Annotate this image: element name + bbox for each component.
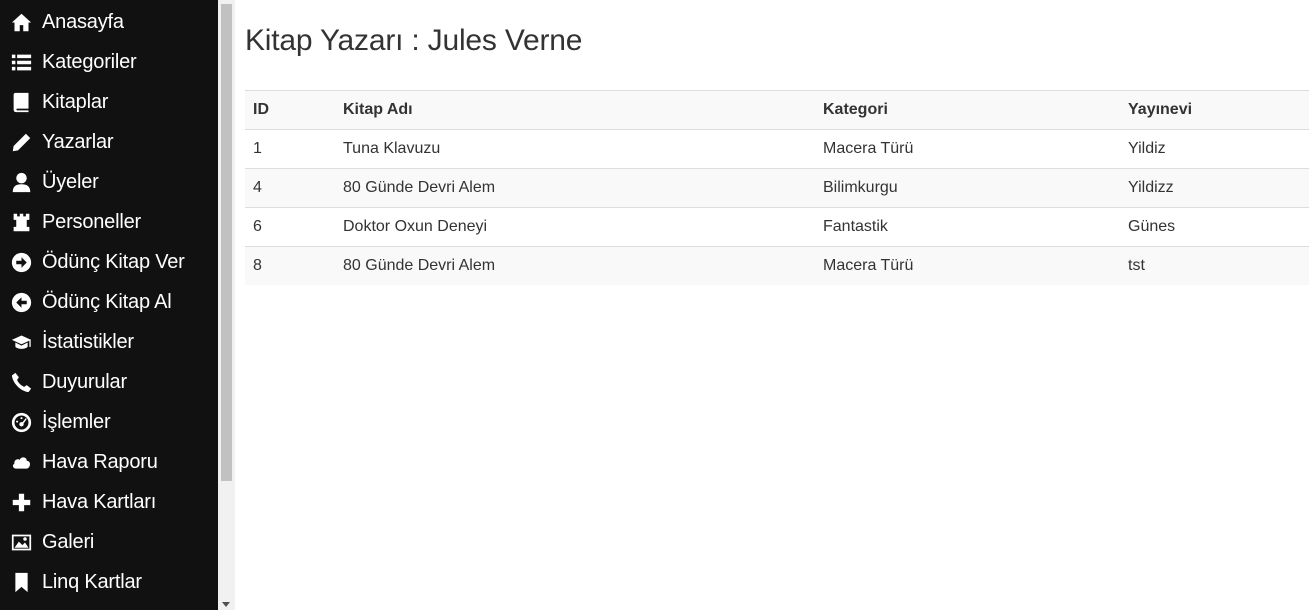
sidebar-item-linq-kartlar[interactable]: Linq Kartlar <box>0 562 218 602</box>
sidebar-item-label: Duyurular <box>42 370 127 393</box>
table-header-row: ID Kitap Adı Kategori Yayınevi <box>245 90 1309 130</box>
column-header-kategori: Kategori <box>815 90 1120 130</box>
bookmark-icon <box>10 571 32 593</box>
plus-icon <box>10 491 32 513</box>
sidebar-item-label: Personeller <box>42 210 141 233</box>
cell-kitap-adi: 80 Günde Devri Alem <box>335 246 815 285</box>
sidebar-scrollbar[interactable] <box>218 0 235 610</box>
sidebar-item-duyurular[interactable]: Duyurular <box>0 362 218 402</box>
books-table: ID Kitap Adı Kategori Yayınevi 1 Tuna Kl… <box>245 90 1309 285</box>
user-icon <box>10 171 32 193</box>
page-title: Kitap Yazarı : Jules Verne <box>245 24 583 57</box>
sidebar-item-hava-raporu[interactable]: Hava Raporu <box>0 442 218 482</box>
sidebar-item-kategoriler[interactable]: Kategoriler <box>0 42 218 82</box>
dashboard-icon <box>10 411 32 433</box>
sidebar-item-label: İstatistikler <box>42 330 134 353</box>
home-icon <box>10 11 32 33</box>
sidebar-item-label: Hava Kartları <box>42 490 157 513</box>
sidebar-item-label: Ödünç Kitap Ver <box>42 250 185 273</box>
cloud-icon <box>10 451 32 473</box>
education-icon <box>10 331 32 353</box>
cell-kategori: Macera Türü <box>815 246 1120 285</box>
cell-kategori: Bilimkurgu <box>815 168 1120 208</box>
sidebar-item-istatistikler[interactable]: İstatistikler <box>0 322 218 362</box>
sidebar-item-label: Anasayfa <box>42 10 124 33</box>
tower-icon <box>10 211 32 233</box>
sidebar-item-yazarlar[interactable]: Yazarlar <box>0 122 218 162</box>
column-header-yayinevi: Yayınevi <box>1120 90 1309 130</box>
table-row: 8 80 Günde Devri Alem Macera Türü tst <box>245 246 1309 285</box>
cell-id: 8 <box>245 246 335 285</box>
table-row: 6 Doktor Oxun Deneyi Fantastik Günes <box>245 207 1309 247</box>
list-icon <box>10 51 32 73</box>
sidebar-item-kitaplar[interactable]: Kitaplar <box>0 82 218 122</box>
table-row: 1 Tuna Klavuzu Macera Türü Yildiz <box>245 129 1309 169</box>
sidebar-item-label: Hava Raporu <box>42 450 158 473</box>
picture-icon <box>10 531 32 553</box>
cell-yayinevi: Yildizz <box>1120 168 1309 208</box>
cell-kategori: Fantastik <box>815 207 1120 247</box>
circle-arrow-left-icon <box>10 291 32 313</box>
sidebar-item-label: Üyeler <box>42 170 99 193</box>
cell-kategori: Macera Türü <box>815 129 1120 169</box>
scroll-down-arrow-icon[interactable] <box>222 602 230 607</box>
sidebar: Anasayfa Kategoriler Kitaplar Yazarlar Ü… <box>0 0 218 610</box>
sidebar-item-label: Kategoriler <box>42 50 137 73</box>
circle-arrow-right-icon <box>10 251 32 273</box>
cell-kitap-adi: 80 Günde Devri Alem <box>335 168 815 208</box>
scrollbar-thumb[interactable] <box>221 4 232 481</box>
column-header-kitap-adi: Kitap Adı <box>335 90 815 130</box>
cell-yayinevi: Günes <box>1120 207 1309 247</box>
sidebar-item-label: Linq Kartlar <box>42 570 142 593</box>
sidebar-item-galeri[interactable]: Galeri <box>0 522 218 562</box>
sidebar-item-hava-kartlari[interactable]: Hava Kartları <box>0 482 218 522</box>
cell-yayinevi: tst <box>1120 246 1309 285</box>
pencil-icon <box>10 131 32 153</box>
cell-kitap-adi: Tuna Klavuzu <box>335 129 815 169</box>
cell-id: 1 <box>245 129 335 169</box>
sidebar-item-label: Galeri <box>42 530 95 553</box>
sidebar-item-personeller[interactable]: Personeller <box>0 202 218 242</box>
table-row: 4 80 Günde Devri Alem Bilimkurgu Yildizz <box>245 168 1309 208</box>
sidebar-item-label: Ödünç Kitap Al <box>42 290 172 313</box>
sidebar-item-label: Yazarlar <box>42 130 114 153</box>
sidebar-item-uyeler[interactable]: Üyeler <box>0 162 218 202</box>
column-header-id: ID <box>245 90 335 130</box>
sidebar-item-anasayfa[interactable]: Anasayfa <box>0 2 218 42</box>
cell-kitap-adi: Doktor Oxun Deneyi <box>335 207 815 247</box>
sidebar-item-odunc-kitap-ver[interactable]: Ödünç Kitap Ver <box>0 242 218 282</box>
cell-id: 4 <box>245 168 335 208</box>
book-icon <box>10 91 32 113</box>
sidebar-item-label: Kitaplar <box>42 90 109 113</box>
cell-id: 6 <box>245 207 335 247</box>
sidebar-item-odunc-kitap-al[interactable]: Ödünç Kitap Al <box>0 282 218 322</box>
phone-icon <box>10 371 32 393</box>
cell-yayinevi: Yildiz <box>1120 129 1309 169</box>
sidebar-item-label: İşlemler <box>42 410 111 433</box>
sidebar-item-islemler[interactable]: İşlemler <box>0 402 218 442</box>
